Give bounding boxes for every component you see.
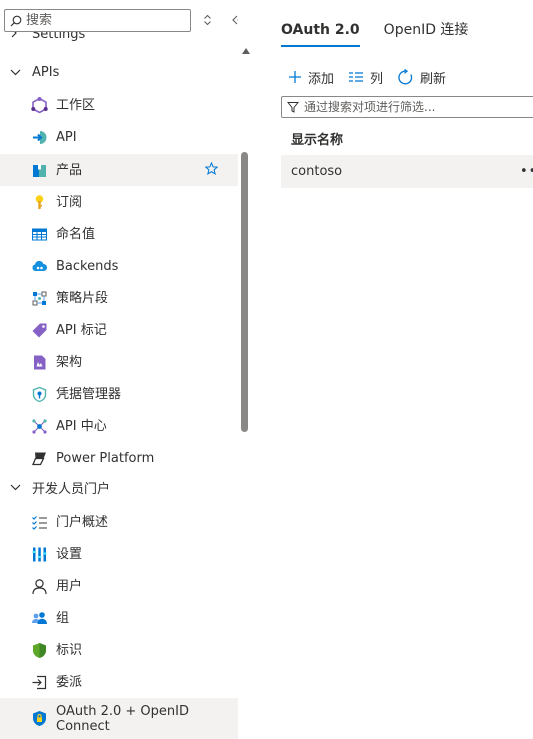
columns-button-label: 列 (370, 71, 384, 87)
sidebar-item-named-values[interactable]: 命名值 (0, 218, 238, 250)
product-icon (31, 162, 48, 179)
column-header-display-name[interactable]: 显示名称 (291, 129, 343, 148)
workspace-icon (31, 96, 48, 114)
star-icon[interactable] (204, 161, 219, 179)
sidebar-item-portal-settings[interactable]: 设置 (0, 538, 238, 570)
api-center-icon (31, 418, 48, 435)
search-icon (10, 15, 22, 26)
sidebar-item-label: 命名值 (56, 226, 96, 242)
sidebar-item-label: 委派 (56, 674, 83, 690)
portal-overview-icon (31, 514, 48, 531)
sidebar-item-portal-overview[interactable]: 门户概述 (0, 506, 238, 538)
sidebar-item-label: 订阅 (56, 194, 83, 210)
key-icon (31, 194, 48, 211)
group-icon (31, 610, 48, 627)
sidebar-item-subscriptions[interactable]: 订阅 (0, 186, 238, 218)
sidebar-item-label: 门户概述 (56, 514, 109, 530)
sidebar-item-label: API (56, 129, 77, 145)
named-values-icon (31, 226, 48, 243)
group-header-developer-portal[interactable]: 开发人员门户 (0, 471, 238, 503)
sidebar-item-label: 产品 (56, 162, 83, 178)
sidebar-item-label: 标识 (56, 642, 83, 658)
sidebar-item-label: 用户 (56, 578, 83, 594)
delegation-icon (31, 674, 48, 691)
main-content: OAuth 2.0 OpenID 连接 添加 列 刷新 显示名称 contoso… (252, 0, 533, 739)
power-platform-icon (31, 450, 48, 467)
tab-openid-connect[interactable]: OpenID 连接 (384, 19, 469, 43)
table-row[interactable]: contoso ••• (281, 155, 533, 188)
group-label: 开发人员门户 (32, 481, 111, 497)
sidebar-item-label: 组 (56, 610, 70, 626)
sidebar-item-api[interactable]: API (0, 121, 238, 153)
oauth-icon (31, 710, 48, 727)
sidebar-item-label: Power Platform (56, 450, 155, 466)
group-header-apis[interactable]: APIs (0, 56, 238, 88)
sidebar-item-credential-manager[interactable]: 凭据管理器 (0, 378, 238, 410)
refresh-button-label: 刷新 (420, 71, 447, 87)
sidebar-item-api-tags[interactable]: API 标记 (0, 314, 238, 346)
add-button[interactable]: 添加 (288, 68, 334, 87)
sidebar-item-workspace[interactable]: 工作区 (0, 89, 238, 121)
filter-input[interactable] (304, 100, 533, 114)
sidebar-item-groups[interactable]: 组 (0, 602, 238, 634)
sidebar-item-backends[interactable]: Backends (0, 250, 238, 282)
sidebar-item-label: API 中心 (56, 418, 107, 434)
scroll-up-arrow-icon[interactable] (242, 48, 250, 54)
row-display-name[interactable]: contoso (291, 164, 342, 179)
sidebar-item-power-platform[interactable]: Power Platform (0, 442, 238, 474)
sidebar-item-label: Backends (56, 258, 119, 274)
chevron-down-icon (9, 481, 21, 493)
sidebar-item-label: 工作区 (56, 97, 96, 113)
more-options-icon[interactable]: ••• (520, 164, 533, 179)
scrollbar-thumb[interactable] (241, 152, 248, 432)
group-label: APIs (32, 64, 60, 80)
filter-box (281, 96, 533, 118)
sidebar-item-label: 设置 (56, 546, 83, 562)
sidebar-item-products[interactable]: 产品 (0, 154, 238, 186)
sidebar: Settings APIs 工作区 API 产品 订阅 命名值 Backends… (0, 0, 252, 739)
policy-fragments-icon (31, 290, 48, 307)
sidebar-item-label: 架构 (56, 354, 83, 370)
sidebar-item-policy-fragments[interactable]: 策略片段 (0, 282, 238, 314)
cloud-icon (31, 258, 48, 275)
columns-button[interactable]: 列 (348, 68, 383, 87)
sidebar-search (4, 9, 191, 32)
api-icon (31, 129, 48, 146)
refresh-icon (398, 68, 413, 84)
tab-bar: OAuth 2.0 OpenID 连接 (281, 19, 492, 47)
sidebar-item-oauth-openid[interactable]: OAuth 2.0 + OpenID Connect (0, 698, 238, 739)
tag-icon (31, 322, 48, 339)
sidebar-item-schemas[interactable]: 架构 (0, 346, 238, 378)
columns-icon (349, 72, 364, 82)
schema-icon (31, 354, 48, 371)
sidebar-item-label: OAuth 2.0 + OpenID Connect (56, 703, 190, 734)
sidebar-item-settings-partial[interactable]: Settings (0, 30, 238, 46)
sidebar-item-identities[interactable]: 标识 (0, 634, 238, 666)
identity-icon (31, 642, 48, 659)
search-input[interactable] (26, 13, 176, 28)
sidebar-item-delegation[interactable]: 委派 (0, 666, 238, 698)
add-button-label: 添加 (308, 71, 335, 87)
plus-icon (289, 71, 301, 83)
sidebar-item-api-center[interactable]: API 中心 (0, 410, 238, 442)
sidebar-item-label: 策略片段 (56, 290, 109, 306)
tab-oauth2[interactable]: OAuth 2.0 (281, 19, 360, 47)
filter-icon (287, 102, 299, 113)
sidebar-item-label: API 标记 (56, 322, 107, 338)
sidebar-item-label: 凭据管理器 (56, 386, 122, 402)
refresh-button[interactable]: 刷新 (397, 68, 446, 87)
credential-manager-icon (31, 386, 48, 403)
command-bar: 添加 列 刷新 (288, 67, 460, 87)
settings-bars-icon (31, 546, 48, 563)
expand-collapse-icon[interactable] (199, 11, 215, 29)
sidebar-item-users[interactable]: 用户 (0, 570, 238, 602)
user-icon (31, 578, 48, 595)
chevron-down-icon (9, 66, 21, 78)
